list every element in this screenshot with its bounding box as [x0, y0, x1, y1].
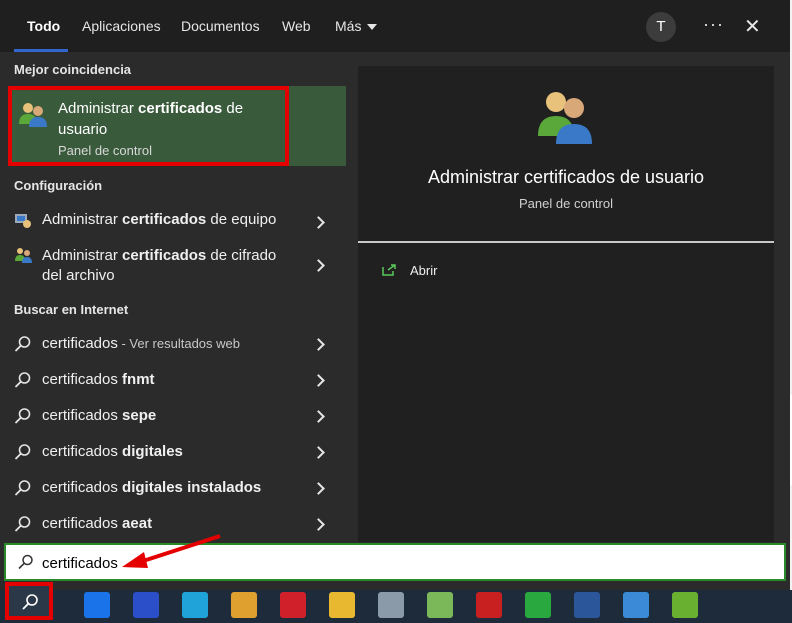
section-buscar-internet: Buscar en Internet	[14, 302, 129, 317]
search-filter-bar: Todo Aplicaciones Documentos Web Más T ·…	[0, 0, 790, 52]
spreadsheet-icon[interactable]	[672, 592, 698, 618]
config-item-equipo[interactable]: Administrar certificados de equipo	[0, 206, 346, 234]
more-options-button[interactable]: ···	[703, 14, 724, 35]
preview-pane: Administrar certificados de usuario Pane…	[358, 66, 774, 542]
chevron-right-icon	[312, 259, 325, 272]
close-button[interactable]: ✕	[744, 14, 761, 39]
search-icon	[14, 444, 31, 460]
users-icon	[19, 103, 47, 127]
chevron-right-icon	[312, 446, 325, 459]
open-icon	[382, 264, 396, 276]
section-configuracion: Configuración	[14, 178, 103, 193]
chevron-right-icon	[312, 410, 325, 423]
search-icon	[22, 594, 38, 610]
divider	[358, 241, 774, 243]
chevron-right-icon	[312, 482, 325, 495]
edge-icon[interactable]	[182, 592, 208, 618]
chevron-right-icon	[312, 216, 325, 229]
computer-certificate-icon	[15, 214, 31, 228]
preview-subtitle: Panel de control	[519, 196, 613, 211]
avatar[interactable]: T	[646, 12, 676, 42]
open-action[interactable]: Abrir	[410, 263, 437, 278]
tab-documentos[interactable]: Documentos	[181, 18, 260, 34]
users-certificate-icon	[15, 248, 32, 263]
web-result-item[interactable]: certificados digitales instalados	[0, 474, 346, 502]
todo-icon[interactable]	[84, 592, 110, 618]
opera-icon[interactable]	[280, 592, 306, 618]
web-result-item[interactable]: certificados fnmt	[0, 366, 346, 394]
preview-title: Administrar certificados de usuario	[427, 167, 705, 187]
web-result-item[interactable]: certificados sepe	[0, 402, 346, 430]
best-match-highlight	[289, 86, 346, 166]
best-match-item[interactable]: Administrar certificados de usuario Pane…	[8, 86, 289, 166]
search-input[interactable]	[42, 553, 742, 573]
folder-icon[interactable]	[329, 592, 355, 618]
search-icon	[14, 336, 31, 352]
search-icon	[14, 480, 31, 496]
chevron-right-icon	[312, 338, 325, 351]
acrobat-icon[interactable]	[476, 592, 502, 618]
tab-todo[interactable]: Todo	[27, 18, 60, 34]
monitor-icon[interactable]	[378, 592, 404, 618]
best-match-subtitle: Panel de control	[58, 143, 152, 158]
tab-mas-label: Más	[335, 18, 362, 34]
section-best-match: Mejor coincidencia	[14, 62, 132, 77]
tab-web[interactable]: Web	[282, 18, 311, 34]
search-icon	[18, 554, 33, 570]
wordpad-icon[interactable]	[623, 592, 649, 618]
taskbar-search-button[interactable]	[5, 582, 53, 620]
notepad-icon[interactable]	[427, 592, 453, 618]
chevron-right-icon	[312, 518, 325, 531]
web-result-item[interactable]: certificados - Ver resultados web	[0, 330, 346, 358]
tab-aplicaciones[interactable]: Aplicaciones	[82, 18, 161, 34]
web-result-item[interactable]: certificados aeat	[0, 510, 346, 538]
search-icon	[14, 372, 31, 388]
tab-mas[interactable]: Más	[335, 18, 378, 34]
config-item-cifrado[interactable]: Administrar certificados de cifrado del …	[0, 242, 346, 288]
best-match-title: Administrar certificados de usuario	[58, 100, 244, 138]
search-box[interactable]	[4, 543, 786, 581]
users-icon	[538, 92, 592, 144]
chevron-down-icon	[367, 24, 378, 31]
chevron-right-icon	[312, 374, 325, 387]
search-icon	[14, 408, 31, 424]
search-icon	[14, 516, 31, 532]
evernote-icon[interactable]	[525, 592, 551, 618]
chrome-icon[interactable]	[231, 592, 257, 618]
web-result-item[interactable]: certificados digitales	[0, 438, 346, 466]
start-search-menu: Todo Aplicaciones Documentos Web Más T ·…	[0, 0, 790, 590]
word-icon[interactable]	[574, 592, 600, 618]
save-icon[interactable]	[133, 592, 159, 618]
